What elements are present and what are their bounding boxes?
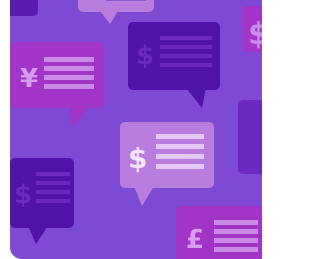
dollar-icon: $ [248,17,262,52]
chat-bubble-top-right: $ [242,6,262,52]
illustration-canvas: $ ¥ $ $ $ £ [10,0,262,259]
dollar-icon: $ [14,180,32,210]
yen-icon: ¥ [20,64,38,94]
chat-bubble-pound: £ [176,206,262,259]
dollar-icon: $ [136,41,154,71]
pound-icon: £ [186,225,204,255]
chat-bubble-right-edge [238,100,262,174]
currency-chat-illustration: $ ¥ $ $ $ £ [10,0,262,259]
chat-bubble-top-left [10,0,38,16]
dollar-icon: $ [128,142,147,175]
